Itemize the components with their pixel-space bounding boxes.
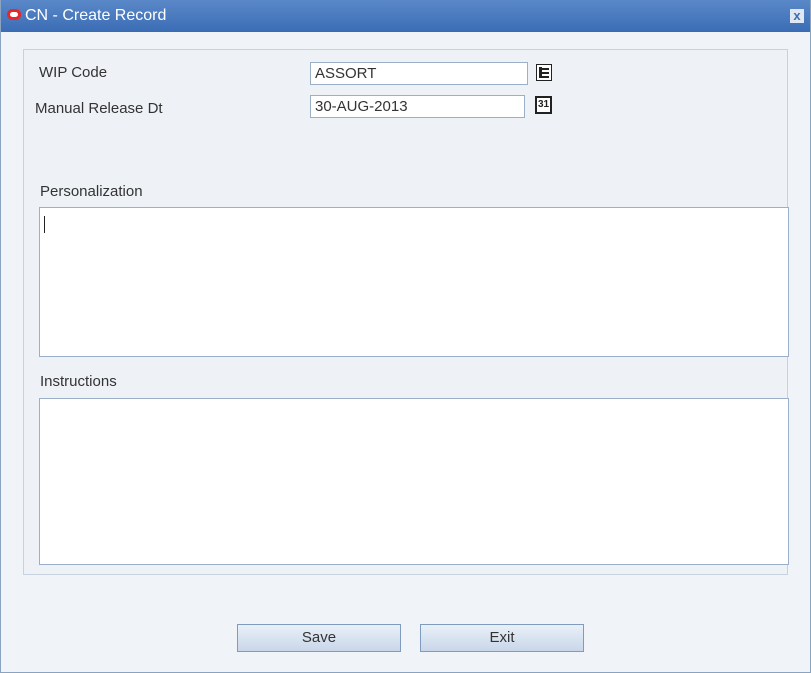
wip-code-label: WIP Code	[39, 64, 108, 81]
calendar-icon[interactable]: 31	[535, 96, 552, 114]
title-bar[interactable]: CN - Create Record x	[1, 0, 810, 32]
save-button[interactable]: Save	[237, 624, 401, 652]
manual-release-dt-label: Manual Release Dt	[35, 100, 163, 117]
list-of-values-icon[interactable]	[536, 64, 552, 81]
oracle-logo-icon	[7, 9, 21, 20]
close-icon[interactable]: x	[790, 9, 804, 23]
instructions-label: Instructions	[40, 373, 117, 390]
exit-button[interactable]: Exit	[420, 624, 584, 652]
personalization-textarea[interactable]	[39, 207, 789, 357]
personalization-label: Personalization	[40, 183, 143, 200]
wip-code-field[interactable]: ASSORT	[310, 62, 528, 85]
dialog-window: CN - Create Record x WIP Code ASSORT Man…	[0, 0, 811, 673]
window-title: CN - Create Record	[25, 7, 167, 24]
instructions-textarea[interactable]	[39, 398, 789, 565]
form-panel: WIP Code ASSORT Manual Release Dt 30-AUG…	[23, 49, 789, 575]
manual-release-dt-field[interactable]: 30-AUG-2013	[310, 95, 525, 118]
text-caret	[44, 216, 45, 233]
